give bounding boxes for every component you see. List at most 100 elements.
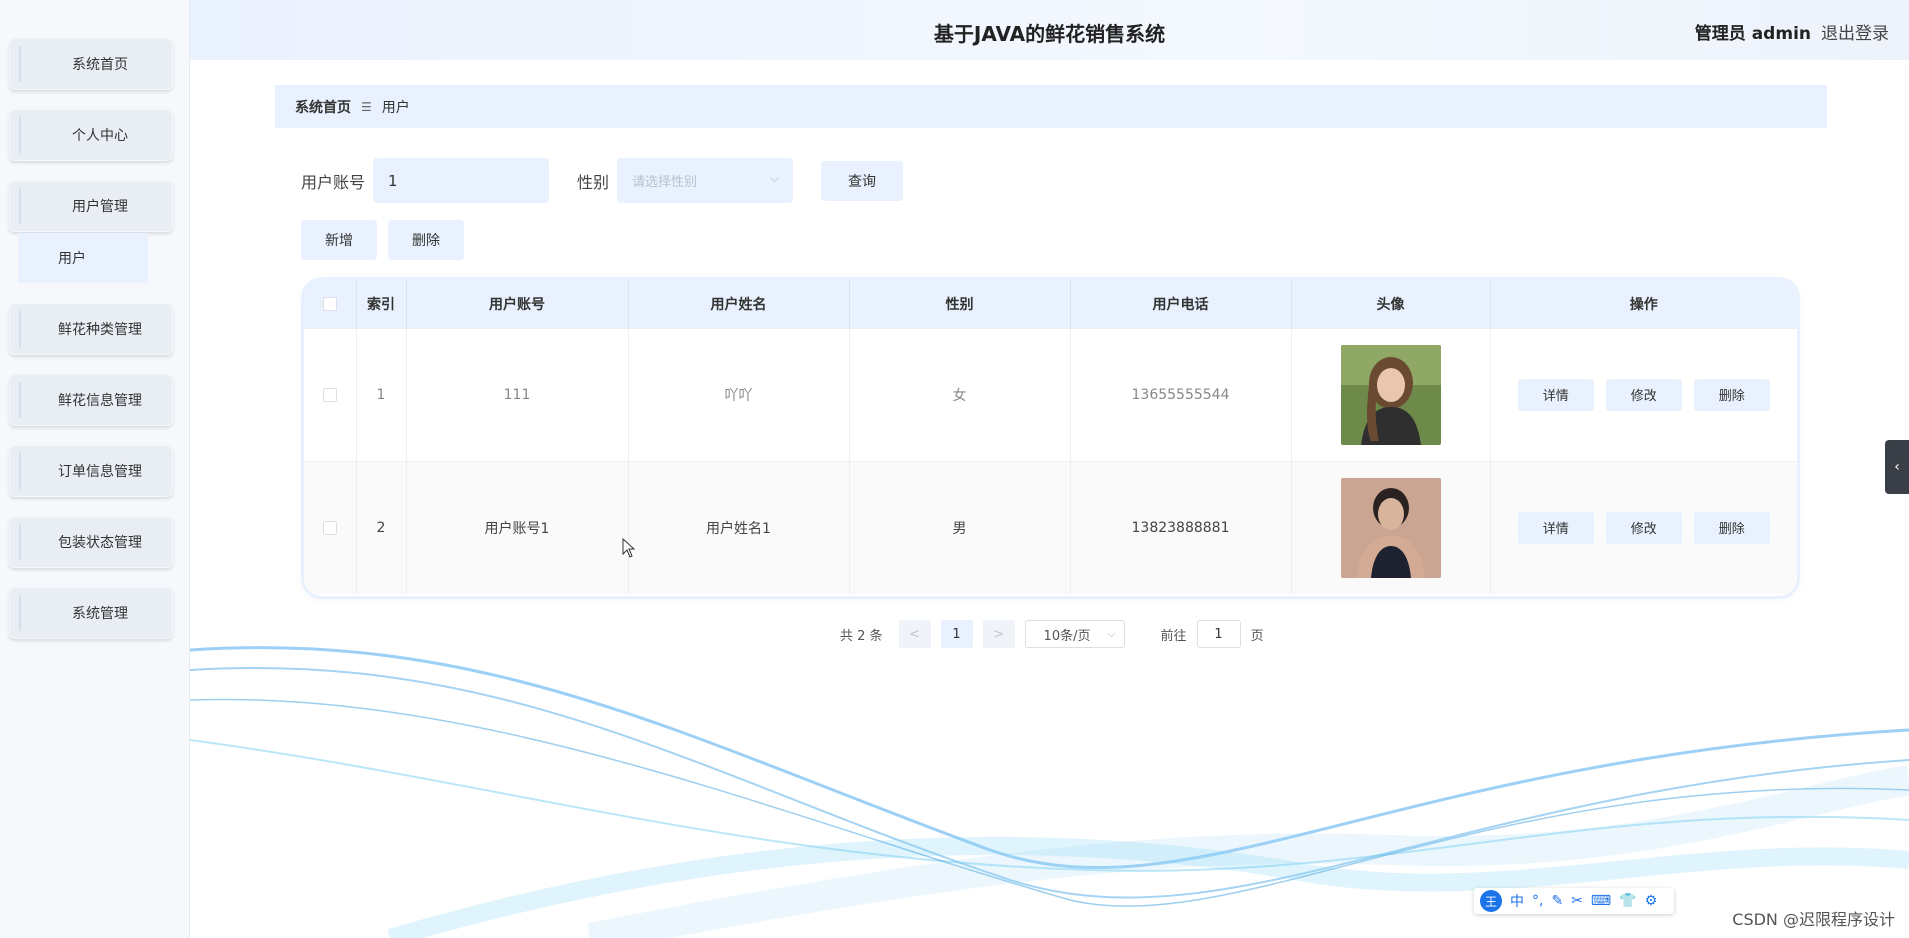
sidebar-item-system-management[interactable]: 系统管理 bbox=[9, 587, 173, 639]
chevron-down-icon: ⌵ bbox=[769, 171, 780, 185]
cell-phone: 13823888881 bbox=[1070, 460, 1292, 594]
sidebar-item-label: 鲜花种类管理 bbox=[58, 322, 142, 338]
skin-icon[interactable]: 👕 bbox=[1619, 893, 1636, 909]
cell-name: 吖吖 bbox=[628, 327, 850, 461]
row-checkbox[interactable] bbox=[322, 387, 337, 402]
column-header-account: 用户账号 bbox=[406, 280, 629, 328]
column-header-gender: 性别 bbox=[849, 280, 1071, 328]
breadcrumb-separator-icon: ☰ bbox=[361, 99, 372, 114]
table-row: 1 111 吖吖 女 13655555544 详情 修改 删除 bbox=[304, 327, 1797, 461]
sidebar-item-label: 订单信息管理 bbox=[58, 464, 142, 480]
next-page-button[interactable]: > bbox=[982, 620, 1015, 648]
page-size-select[interactable]: 10条/页 ⌵ bbox=[1024, 620, 1125, 648]
sidebar-item-flower-info[interactable]: 鲜花信息管理 bbox=[9, 374, 173, 426]
sidebar-item-personal-center[interactable]: 个人中心 bbox=[9, 109, 173, 161]
cell-name: 用户姓名1 bbox=[628, 460, 850, 594]
chevron-left-icon: ‹ bbox=[1894, 459, 1900, 475]
cell-index: 2 bbox=[356, 460, 407, 594]
sidebar-item-user-management[interactable]: 用户管理 bbox=[9, 180, 173, 232]
goto-page-input[interactable] bbox=[1196, 620, 1241, 648]
edit-button[interactable]: 修改 bbox=[1605, 378, 1682, 411]
sidebar-item-label: 系统管理 bbox=[72, 606, 128, 622]
select-all-checkbox[interactable] bbox=[322, 296, 337, 311]
cell-account: 用户账号1 bbox=[406, 460, 629, 594]
pagination: 共 2 条 < 1 > 10条/页 ⌵ 前往 页 bbox=[840, 620, 1264, 648]
user-area: 管理员 admin 退出登录 bbox=[1695, 19, 1889, 44]
column-header-name: 用户姓名 bbox=[628, 280, 850, 328]
watermark: CSDN @迟限程序设计 bbox=[1732, 910, 1895, 929]
sidebar-item-order-info[interactable]: 订单信息管理 bbox=[9, 445, 173, 497]
search-form: 用户账号 性别 请选择性别 ⌵ 查询 bbox=[301, 158, 904, 203]
sidebar-item-label: 包装状态管理 bbox=[58, 535, 142, 551]
column-header-operations: 操作 bbox=[1490, 280, 1797, 328]
cell-operations: 详情 修改 删除 bbox=[1490, 327, 1797, 461]
chevron-down-icon: ⌵ bbox=[1107, 627, 1116, 640]
query-button[interactable]: 查询 bbox=[821, 160, 904, 201]
app-title: 基于JAVA的鲜花销售系统 bbox=[933, 22, 1166, 46]
ime-logo-icon[interactable]: 王 bbox=[1480, 890, 1502, 912]
user-table: 索引 用户账号 用户姓名 性别 用户电话 头像 操作 1 111 吖吖 女 13… bbox=[304, 280, 1797, 596]
collapse-panel-button[interactable]: ‹ bbox=[1885, 440, 1909, 494]
goto-label: 前往 bbox=[1160, 628, 1187, 644]
table-row: 2 用户账号1 用户姓名1 男 13823888881 详情 修改 删除 bbox=[304, 460, 1797, 594]
scissors-icon[interactable]: ✂ bbox=[1571, 893, 1583, 909]
prev-page-button[interactable]: < bbox=[898, 620, 931, 648]
cell-gender: 女 bbox=[849, 327, 1071, 461]
sidebar-subitem-user[interactable]: 用户 bbox=[18, 233, 148, 283]
column-header-avatar: 头像 bbox=[1291, 280, 1491, 328]
cell-index: 1 bbox=[356, 327, 407, 461]
breadcrumb-home[interactable]: 系统首页 bbox=[295, 97, 351, 117]
edit-button[interactable]: 修改 bbox=[1605, 511, 1682, 544]
cell-avatar bbox=[1291, 327, 1491, 461]
gear-icon[interactable]: ⚙ bbox=[1645, 893, 1658, 909]
cell-gender: 男 bbox=[849, 460, 1071, 594]
sidebar-item-label: 鲜花信息管理 bbox=[58, 393, 142, 409]
cell-operations: 详情 修改 删除 bbox=[1490, 460, 1797, 594]
account-search-input[interactable] bbox=[373, 158, 550, 203]
page-size-value: 10条/页 bbox=[1043, 628, 1091, 644]
column-header-phone: 用户电话 bbox=[1070, 280, 1292, 328]
current-user: 管理员 admin bbox=[1694, 24, 1811, 44]
avatar-image[interactable] bbox=[1340, 344, 1441, 445]
page-unit-label: 页 bbox=[1250, 628, 1264, 644]
mouse-cursor-icon bbox=[622, 538, 636, 558]
cell-avatar bbox=[1291, 460, 1491, 594]
row-checkbox[interactable] bbox=[322, 520, 337, 535]
logout-link[interactable]: 退出登录 bbox=[1821, 19, 1889, 44]
delete-button[interactable]: 删除 bbox=[1693, 378, 1770, 411]
punctuation-icon[interactable]: °, bbox=[1532, 893, 1543, 909]
avatar-image[interactable] bbox=[1340, 477, 1441, 578]
row-select-cell bbox=[304, 460, 357, 594]
sidebar-item-flower-category[interactable]: 鲜花种类管理 bbox=[9, 303, 173, 355]
row-select-cell bbox=[304, 327, 357, 461]
batch-delete-button[interactable]: 删除 bbox=[388, 220, 464, 260]
top-header: 基于JAVA的鲜花销售系统 管理员 admin 退出登录 bbox=[190, 0, 1909, 60]
breadcrumb: 系统首页 ☰ 用户 bbox=[275, 85, 1827, 128]
sidebar-item-label: 系统首页 bbox=[72, 57, 128, 73]
page-number-button[interactable]: 1 bbox=[940, 620, 973, 648]
gender-select[interactable]: 请选择性别 ⌵ bbox=[617, 158, 794, 203]
sidebar-item-home[interactable]: 系统首页 bbox=[9, 38, 173, 90]
delete-button[interactable]: 删除 bbox=[1693, 511, 1770, 544]
sidebar-item-label: 用户管理 bbox=[72, 199, 128, 215]
ime-mode-toggle[interactable]: 中 bbox=[1510, 891, 1524, 911]
cell-phone: 13655555544 bbox=[1070, 327, 1292, 461]
detail-button[interactable]: 详情 bbox=[1517, 511, 1594, 544]
sidebar-item-packaging-status[interactable]: 包装状态管理 bbox=[9, 516, 173, 568]
ime-toolbar: 王 中 °, ✎ ✂ ⌨ 👕 ⚙ bbox=[1474, 888, 1674, 914]
keyboard-icon[interactable]: ⌨ bbox=[1591, 893, 1611, 909]
select-all-cell bbox=[304, 280, 357, 328]
sidebar-item-label: 个人中心 bbox=[72, 128, 128, 144]
add-button[interactable]: 新增 bbox=[301, 220, 377, 260]
table-header-row: 索引 用户账号 用户姓名 性别 用户电话 头像 操作 bbox=[304, 280, 1797, 328]
detail-button[interactable]: 详情 bbox=[1517, 378, 1594, 411]
breadcrumb-current: 用户 bbox=[381, 99, 410, 116]
gender-label: 性别 bbox=[577, 172, 610, 192]
account-label: 用户账号 bbox=[301, 172, 366, 192]
column-header-index: 索引 bbox=[356, 280, 407, 328]
pagination-total: 共 2 条 bbox=[840, 628, 883, 644]
cell-account: 111 bbox=[406, 327, 629, 461]
gender-select-placeholder: 请选择性别 bbox=[632, 175, 698, 190]
pen-icon[interactable]: ✎ bbox=[1551, 893, 1563, 909]
sidebar: 系统首页 个人中心 用户管理 用户 鲜花种类管理 鲜花信息管理 订单信息管理 包… bbox=[0, 0, 190, 938]
